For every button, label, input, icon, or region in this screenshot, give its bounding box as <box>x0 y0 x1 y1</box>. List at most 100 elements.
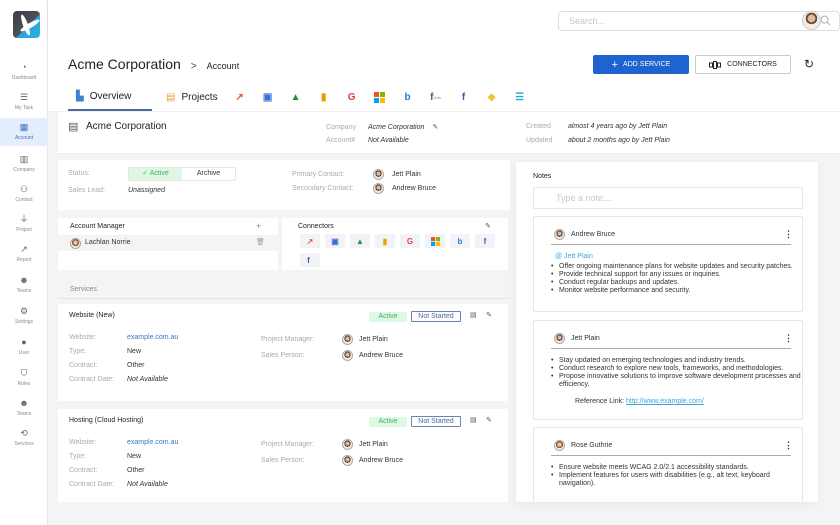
trash-icon[interactable]: 🗑 <box>256 238 265 246</box>
service-card: Hosting (Cloud Hosting) Active Not Start… <box>58 409 508 502</box>
services-icon: ⟲ <box>20 428 28 438</box>
tab-google-ads-icon[interactable]: ▲ <box>288 87 304 107</box>
note-mention[interactable]: @ Jett Plain <box>555 253 593 260</box>
account-manager-panel: Account Manager + Lachlan Norrie 🗑 <box>58 218 278 270</box>
tab-facebook-ads-icon[interactable]: f Ads <box>428 87 444 107</box>
service-card: Website (New) Active Not Started ▤ ✎ Web… <box>58 304 508 401</box>
connector-google-ads-icon[interactable]: ▲ <box>350 234 370 248</box>
avatar <box>342 334 353 345</box>
status-label: Status: <box>68 170 90 177</box>
connector-facebook-icon[interactable]: f <box>475 234 495 248</box>
tab-google-analytics-icon[interactable]: ▮ <box>316 87 332 107</box>
avatar <box>554 440 565 451</box>
project-icon: ⏚ <box>19 214 29 224</box>
sidebar-item-account[interactable]: ▦ Account <box>0 118 48 146</box>
comment-icon[interactable]: ▤ <box>470 416 477 424</box>
account-summary: ▤ Acme Corporation Company Acme Corporat… <box>58 112 840 154</box>
tab-microsoft-icon[interactable] <box>372 87 388 107</box>
connector-google-analytics-icon[interactable]: ▮ <box>375 234 395 248</box>
status-active-option[interactable]: ✓ Active <box>129 168 182 180</box>
tab-projects[interactable]: ▤ Projects <box>158 83 226 111</box>
tab-bing-icon[interactable]: b <box>400 87 416 107</box>
connector-google-business-icon[interactable]: ▣ <box>325 234 345 248</box>
status-archive-option[interactable]: Archive <box>182 168 235 180</box>
note-header: Andrew Bruce ⋮ <box>551 227 793 245</box>
user-avatar[interactable] <box>802 11 821 30</box>
company-field: Company Acme Corporation ✎ <box>326 124 439 131</box>
note-bullets: Ensure website meets WCAG 2.0/2.1 access… <box>551 464 801 488</box>
edit-icon[interactable]: ✎ <box>485 222 491 230</box>
connector-microsoft-icon[interactable] <box>425 234 445 248</box>
sidebar-item-settings[interactable]: ⚙ Settings <box>0 302 48 330</box>
service-state-badge[interactable]: Not Started <box>411 416 461 427</box>
more-options-icon[interactable]: ⋮ <box>784 229 793 240</box>
refresh-icon[interactable]: ↻ <box>804 57 814 71</box>
account-number-field: Account# Not Available <box>326 137 409 144</box>
note-bullets: Offer ongoing maintenance plans for webs… <box>551 263 801 295</box>
page-title[interactable]: Acme Corporation <box>68 56 181 72</box>
note-author: Rose Guthrie <box>571 442 613 449</box>
tab-overview[interactable]: ▙ Overview <box>68 83 152 111</box>
edit-icon[interactable]: ✎ <box>432 124 438 131</box>
search-box <box>558 11 840 31</box>
service-active-badge: Active <box>369 417 407 427</box>
more-options-icon[interactable]: ⋮ <box>784 333 793 344</box>
reference-line: Reference Link: http://www.example.com/ <box>575 398 704 405</box>
add-manager-icon[interactable]: + <box>256 221 261 231</box>
search-icon[interactable] <box>820 15 831 26</box>
service-title[interactable]: Website (New) <box>69 312 115 319</box>
sidebar-item-services[interactable]: ⟲ Services <box>0 424 48 452</box>
reference-link[interactable]: http://www.example.com/ <box>626 398 704 405</box>
sidebar-item-teams[interactable]: ☻ Teams <box>0 271 48 299</box>
sidebar-item-user[interactable]: ● User <box>0 333 48 361</box>
note-header: Jett Plain ⋮ <box>551 331 793 349</box>
tab-google-my-business-icon[interactable]: ◆ <box>484 87 500 107</box>
sidebar-item-company[interactable]: ▥ Company <box>0 150 48 178</box>
connector-google-search-console-icon[interactable]: G <box>400 234 420 248</box>
tab-bar: ▙ Overview ▤ Projects ↗ ▣ ▲ ▮ G b f Ads f ◆… <box>68 83 534 111</box>
sales-lead-value[interactable]: Unassigned <box>128 187 165 194</box>
account-name: Acme Corporation <box>86 121 167 132</box>
task-icon: ☰ <box>19 92 29 102</box>
service-website-link[interactable]: example.com.au <box>127 439 178 446</box>
breadcrumb: Acme Corporation > Account <box>68 56 239 72</box>
sidebar-item-teams-2[interactable]: ☻ Teams <box>0 394 48 422</box>
service-website-link[interactable]: example.com.au <box>127 334 178 341</box>
connectors-title: Connectors <box>298 223 334 230</box>
connector-bing-icon[interactable]: b <box>450 234 470 248</box>
service-title[interactable]: Hosting (Cloud Hosting) <box>69 417 143 424</box>
connector-analytics-trend-icon[interactable]: ↗ <box>300 234 320 248</box>
avatar <box>342 350 353 361</box>
note-input[interactable] <box>534 188 802 208</box>
sidebar-item-my-task[interactable]: ☰ My Task <box>0 88 48 116</box>
edit-icon[interactable]: ✎ <box>486 416 492 424</box>
sidebar-item-contact[interactable]: ⚇ Contact <box>0 180 48 208</box>
tab-google-business-icon[interactable]: ▣ <box>260 87 276 107</box>
service-state-badge[interactable]: Not Started <box>411 311 461 322</box>
edit-icon[interactable]: ✎ <box>486 311 492 319</box>
add-service-button[interactable]: + ADD SERVICE <box>593 55 689 74</box>
primary-contact-value[interactable]: Jett Plain <box>392 171 421 178</box>
tab-facebook-icon[interactable]: f <box>456 87 472 107</box>
notes-title: Notes <box>533 173 552 180</box>
avatar <box>342 439 353 450</box>
app-logo[interactable] <box>13 11 40 38</box>
contact-icon: ⚇ <box>19 184 29 194</box>
tab-analytics-trend-icon[interactable]: ↗ <box>232 87 248 107</box>
search-input[interactable] <box>559 12 799 30</box>
sidebar-item-dashboard[interactable]: ◔ Dashboard <box>0 58 48 86</box>
note-card: Andrew Bruce ⋮ @ Jett Plain Offer ongoin… <box>533 216 803 312</box>
sidebar-item-project[interactable]: ⏚ Project <box>0 210 48 238</box>
more-options-icon[interactable]: ⋮ <box>784 440 793 451</box>
sidebar-item-report[interactable]: ↗ Report <box>0 240 48 268</box>
connector-facebook-ads-icon[interactable]: f… <box>300 253 320 267</box>
tab-list-app-icon[interactable]: ☰ <box>512 87 528 107</box>
sidebar-item-roles[interactable]: ⛉ Roles <box>0 364 48 392</box>
connectors-button[interactable]: CONNECTORS <box>695 55 791 74</box>
comment-icon[interactable]: ▤ <box>470 311 477 319</box>
account-manager-title: Account Manager <box>70 223 125 230</box>
secondary-contact-value[interactable]: Andrew Bruce <box>392 185 436 192</box>
secondary-contact-label: Secondary Contact: <box>292 185 354 192</box>
tab-google-search-console-icon[interactable]: G <box>344 87 360 107</box>
projects-icon: ▤ <box>166 91 176 103</box>
